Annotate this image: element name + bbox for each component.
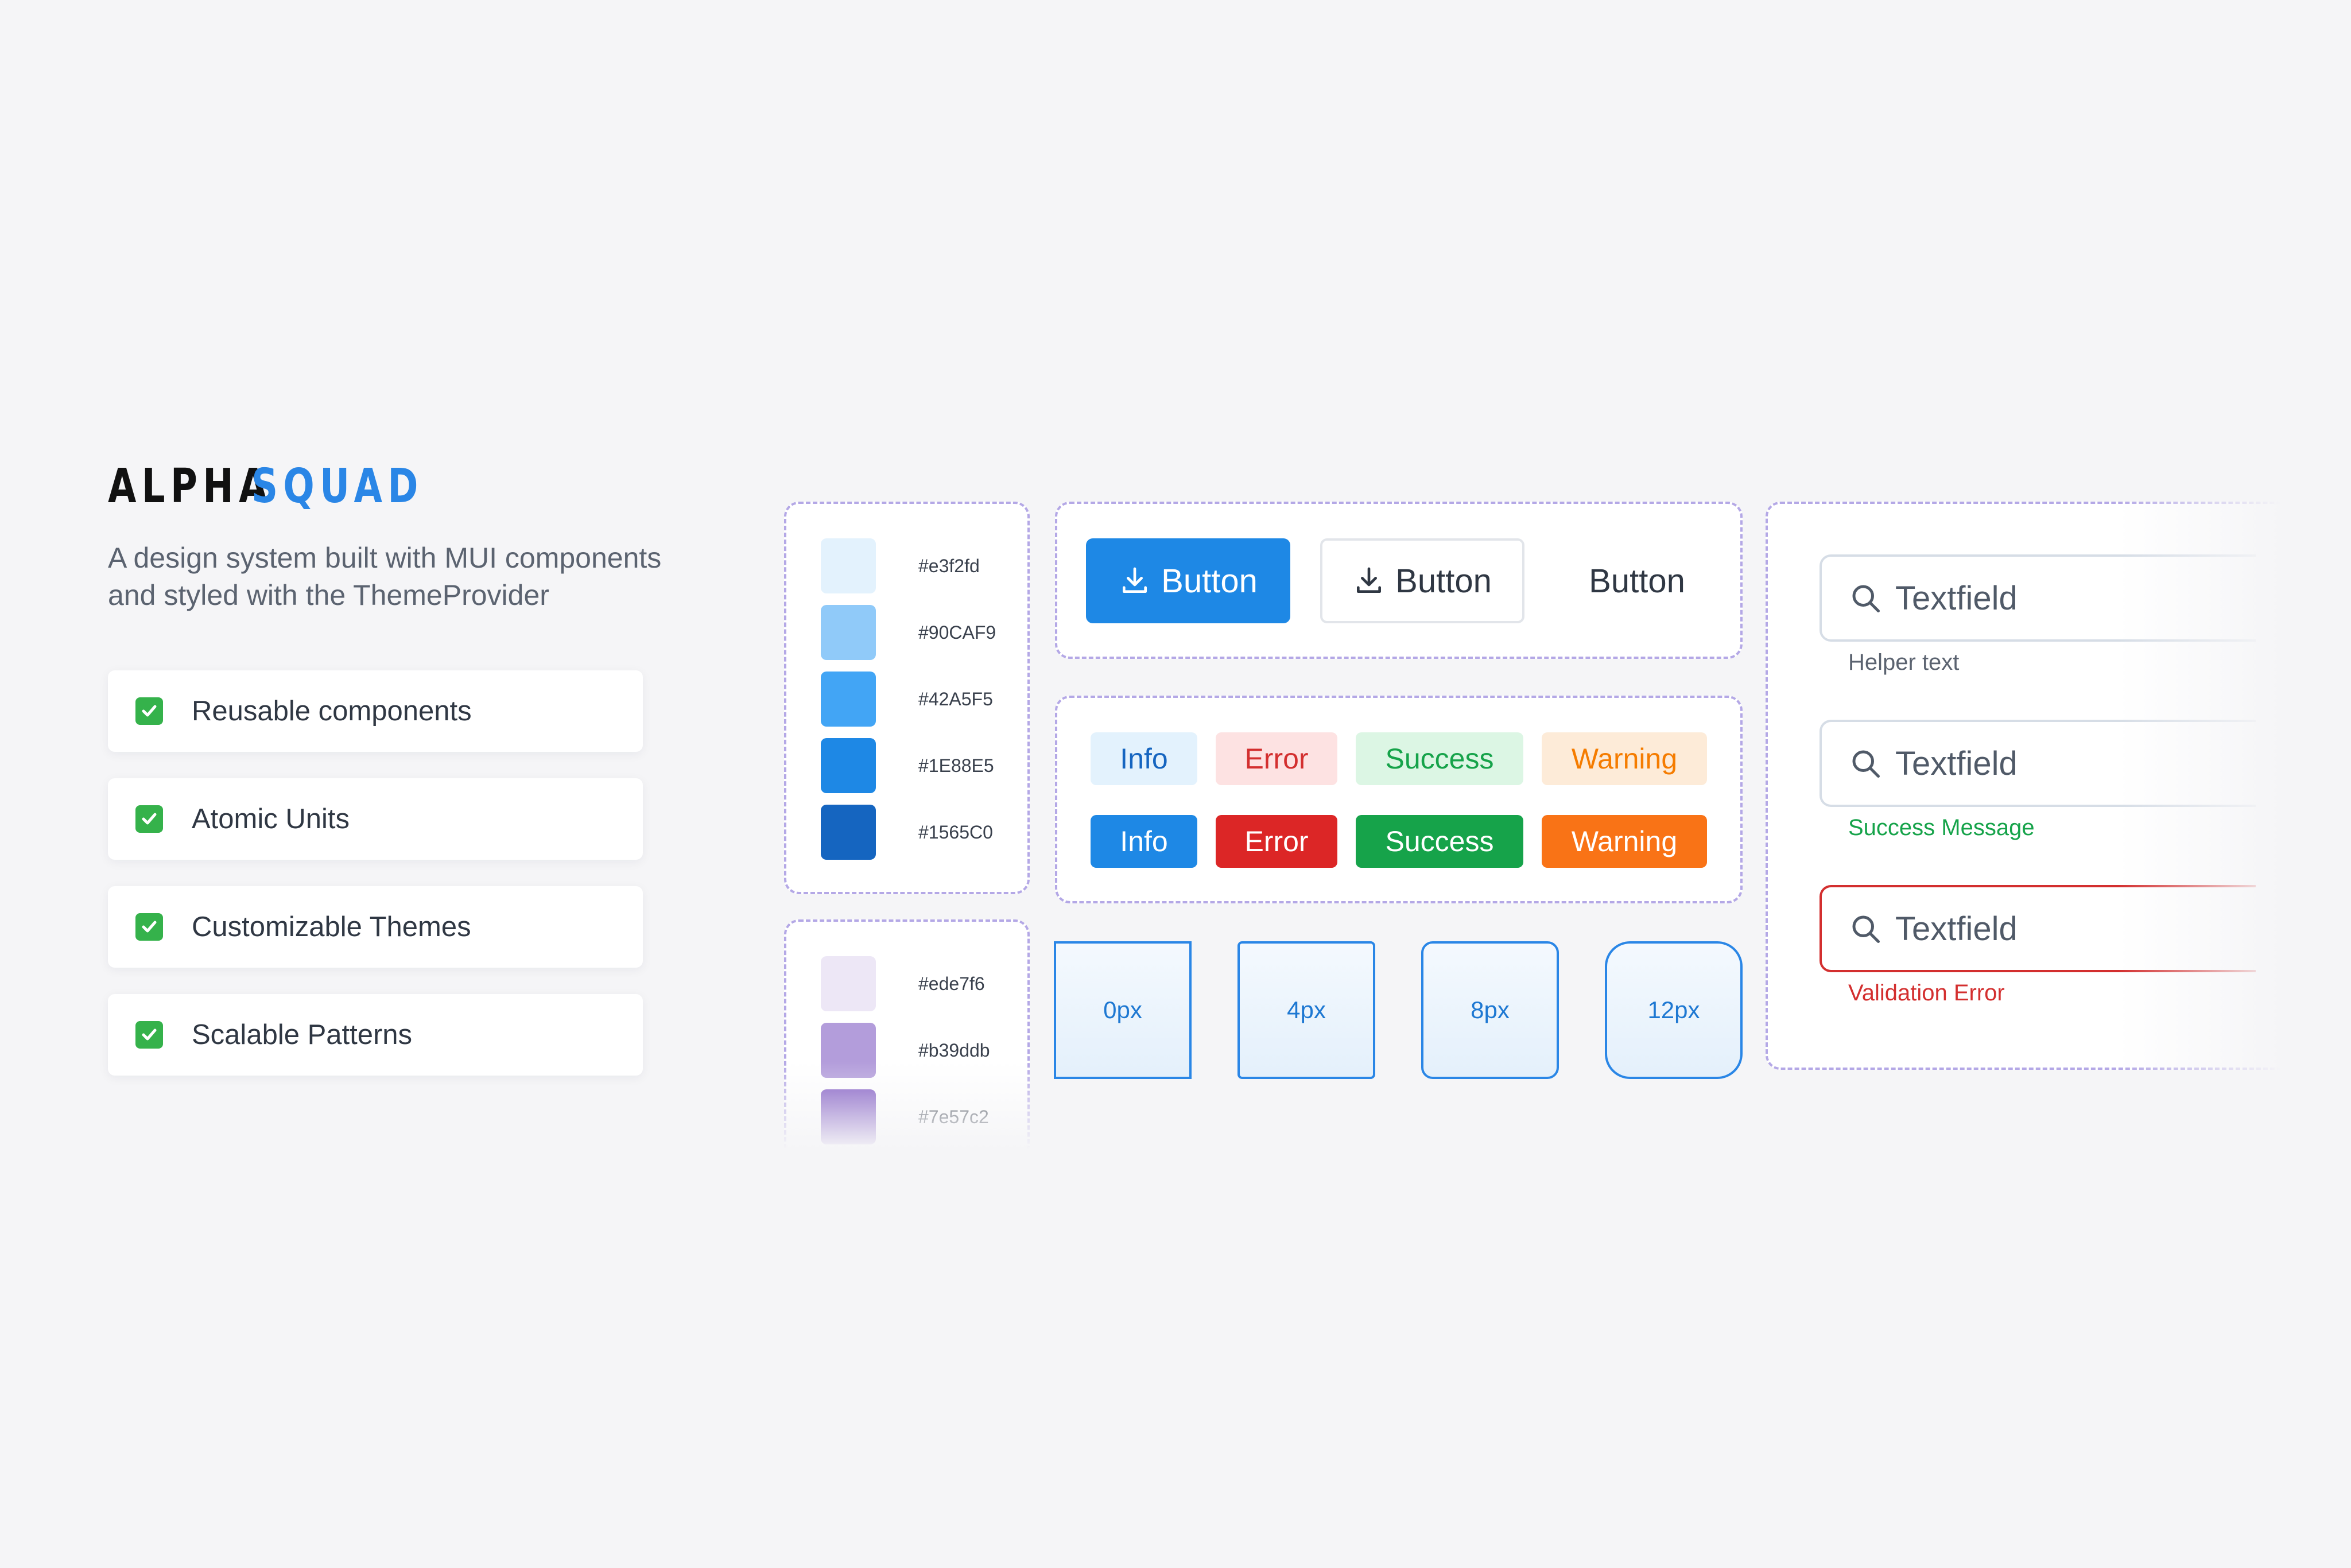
chip-warning-solid: Warning [1542, 815, 1707, 868]
radius-label: 4px [1287, 996, 1326, 1023]
success-message: Success Message [1848, 815, 2035, 840]
color-swatch [821, 538, 876, 593]
feature-card: Customizable Themes [108, 886, 643, 968]
chip-label: Warning [1571, 825, 1678, 857]
check-box-icon [135, 1021, 163, 1049]
chip-label: Warning [1571, 743, 1678, 775]
feature-list: Reusable components Atomic Units Customi… [108, 670, 643, 1102]
textfield-default[interactable]: Textfield [1819, 554, 2256, 642]
buttons-panel: Button Button Button [1055, 502, 1743, 659]
check-box-icon [135, 805, 163, 833]
color-swatch [821, 605, 876, 660]
brand-logo-alpha: ALPHA [108, 459, 273, 514]
color-swatch [821, 672, 876, 727]
color-swatch-row: #90CAF9 [821, 605, 996, 660]
button-label: Button [1395, 562, 1492, 600]
check-box-icon [135, 913, 163, 941]
color-swatch [821, 805, 876, 860]
feature-label: Scalable Patterns [192, 1019, 413, 1050]
tagline-line-2: and styled with the ThemeProvider [108, 579, 549, 611]
color-swatch-row: #1565C0 [821, 805, 993, 860]
feature-label: Atomic Units [192, 804, 350, 835]
chip-label: Error [1244, 743, 1309, 775]
chip-label: Info [1120, 825, 1168, 857]
validation-error: Validation Error [1848, 980, 2005, 1006]
button-label: Button [1589, 562, 1685, 600]
color-swatch-row: #ede7f6 [821, 956, 985, 1011]
color-code: #42A5F5 [918, 688, 993, 709]
color-swatch-row: #42A5F5 [821, 672, 993, 727]
search-icon [1852, 915, 1880, 943]
radius-sample-12: 12px [1605, 941, 1743, 1079]
chips-panel: Info Error Success Warning Info Error Su… [1055, 696, 1743, 903]
textfields-panel: Textfield Helper text Textfield Success … [1766, 502, 2282, 1070]
chip-label: Success [1385, 743, 1494, 775]
color-code: #b39ddb [918, 1039, 990, 1061]
text-button[interactable]: Button [1551, 538, 1723, 623]
feature-label: Customizable Themes [192, 911, 471, 942]
brand-logo: ALPHA SQUAD [108, 459, 472, 514]
tagline-line-1: A design system built with MUI component… [108, 542, 662, 574]
feature-card: Reusable components [108, 670, 643, 752]
helper-text: Helper text [1848, 650, 1960, 675]
color-code: #ede7f6 [918, 973, 985, 994]
textfield-success[interactable]: Textfield [1819, 720, 2256, 807]
contained-button[interactable]: Button [1086, 538, 1290, 623]
radius-label: 8px [1471, 996, 1510, 1023]
color-swatch-row: #7e57c2 [821, 1089, 989, 1144]
palette-purple-panel: #ede7f6 #b39ddb #7e57c2 [784, 919, 1030, 1161]
chip-label: Info [1120, 743, 1168, 775]
chip-error-light: Error [1216, 732, 1337, 785]
color-code: #1E88E5 [918, 755, 994, 776]
chip-success-light: Success [1356, 732, 1523, 785]
check-box-icon [135, 697, 163, 725]
chip-success-solid: Success [1356, 815, 1523, 868]
color-code: #7e57c2 [918, 1106, 989, 1127]
radius-label: 12px [1647, 996, 1700, 1023]
textfield-placeholder: Textfield [1895, 579, 2018, 617]
color-swatch [821, 738, 876, 793]
color-code: #e3f2fd [918, 555, 980, 576]
color-swatch [821, 956, 876, 1011]
color-swatch-row: #b39ddb [821, 1023, 990, 1078]
search-icon [1852, 585, 1880, 612]
color-code: #90CAF9 [918, 622, 996, 643]
brand-logo-squad: SQUAD [251, 459, 424, 514]
button-label: Button [1161, 562, 1258, 600]
chip-warning-light: Warning [1542, 732, 1707, 785]
color-swatch-row: #e3f2fd [821, 538, 980, 593]
outlined-button[interactable]: Button [1320, 538, 1524, 623]
download-icon [1357, 567, 1382, 593]
chip-label: Success [1385, 825, 1494, 857]
radius-sample-0: 0px [1054, 941, 1192, 1079]
tagline: A design system built with MUI component… [108, 540, 739, 614]
search-icon [1852, 750, 1880, 778]
textfield-placeholder: Textfield [1895, 910, 2018, 948]
radius-sample-4: 4px [1237, 941, 1375, 1079]
chip-error-solid: Error [1216, 815, 1337, 868]
feature-card: Atomic Units [108, 778, 643, 860]
color-swatch [821, 1023, 876, 1078]
feature-label: Reusable components [192, 696, 472, 727]
textfield-placeholder: Textfield [1895, 744, 2018, 782]
radius-label: 0px [1103, 996, 1142, 1023]
chip-info-solid: Info [1091, 815, 1197, 868]
color-code: #1565C0 [918, 821, 993, 843]
color-swatch [821, 1089, 876, 1144]
chip-label: Error [1244, 825, 1309, 857]
feature-card: Scalable Patterns [108, 994, 643, 1076]
download-icon [1123, 567, 1147, 593]
textfield-error[interactable]: Textfield [1819, 885, 2256, 972]
chip-info-light: Info [1091, 732, 1197, 785]
palette-blue-panel: #e3f2fd #90CAF9 #42A5F5 #1E88E5 #1565C0 [784, 502, 1030, 894]
radius-sample-8: 8px [1421, 941, 1559, 1079]
color-swatch-row: #1E88E5 [821, 738, 994, 793]
